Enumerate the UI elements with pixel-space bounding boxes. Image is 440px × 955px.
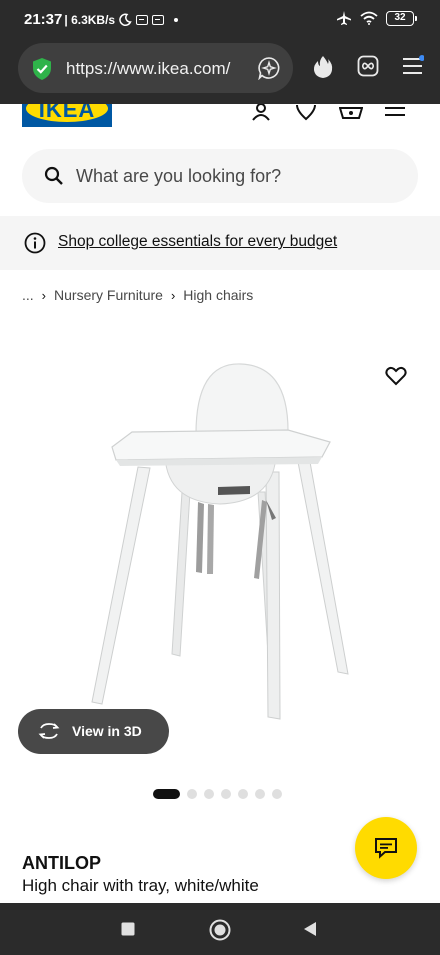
flame-icon[interactable] — [312, 55, 334, 79]
breadcrumb-ellipsis[interactable]: ... — [22, 287, 34, 303]
carousel-dot[interactable] — [153, 789, 180, 799]
carousel-dot[interactable] — [255, 789, 265, 799]
user-icon[interactable] — [250, 104, 272, 122]
carousel-dot[interactable] — [238, 789, 248, 799]
notification-icon — [152, 14, 165, 25]
heart-icon[interactable] — [295, 104, 317, 122]
tabs-icon[interactable] — [357, 55, 379, 77]
promo-banner: Shop college essentials for every budget — [0, 216, 440, 270]
battery-icon: 32 — [386, 10, 417, 26]
clock: 21:37 — [24, 11, 63, 28]
breadcrumb-nursery-furniture[interactable]: Nursery Furniture — [54, 287, 163, 303]
browser-menu-icon[interactable] — [402, 55, 424, 77]
home-icon[interactable] — [209, 919, 231, 941]
product-description: High chair with tray, white/white — [22, 876, 259, 895]
address-bar[interactable]: https://www.ikea.com/ — [18, 43, 293, 93]
info-icon — [24, 232, 46, 254]
carousel-dot[interactable] — [187, 789, 197, 799]
search-icon — [44, 166, 63, 185]
image-carousel-indicator — [153, 789, 282, 799]
wifi-icon — [360, 11, 378, 25]
logo-text: IKEA — [38, 104, 96, 122]
breadcrumb: ... › Nursery Furniture › High chairs — [22, 286, 253, 304]
airplane-icon — [337, 11, 351, 25]
chevron-right-icon: › — [41, 287, 47, 303]
more-notifications-icon — [174, 17, 179, 22]
basket-icon[interactable] — [339, 104, 363, 122]
chat-icon — [375, 838, 397, 859]
back-icon[interactable] — [302, 921, 318, 937]
carousel-dot[interactable] — [204, 789, 214, 799]
promo-link[interactable]: Shop college essentials for every budget — [58, 233, 337, 251]
site-header: IKEA — [0, 104, 440, 140]
chat-button[interactable] — [355, 817, 417, 879]
carousel-dot[interactable] — [221, 789, 231, 799]
status-right: 32 — [336, 10, 417, 26]
carousel-dot[interactable] — [272, 789, 282, 799]
rotate-3d-icon — [38, 723, 60, 739]
chevron-right-icon: › — [170, 287, 176, 303]
ikea-logo[interactable]: IKEA — [22, 104, 112, 127]
recent-apps-icon[interactable] — [121, 922, 135, 936]
moon-icon — [119, 13, 132, 26]
breadcrumb-high-chairs[interactable]: High chairs — [183, 287, 253, 303]
view-in-3d-button[interactable]: View in 3D — [18, 709, 169, 754]
search-input[interactable]: What are you looking for? — [22, 149, 418, 203]
status-left: 21:37 | 6.3KB/s — [24, 11, 179, 28]
notification-icon — [136, 14, 149, 25]
favourite-heart-icon[interactable] — [384, 364, 408, 388]
view-in-3d-label: View in 3D — [72, 723, 142, 739]
product-name: ANTILOP — [22, 853, 101, 873]
shield-check-icon[interactable] — [31, 57, 53, 81]
status-bar: 21:37 | 6.3KB/s 32 — [0, 0, 440, 40]
url-text[interactable]: https://www.ikea.com/ — [66, 59, 262, 79]
search-placeholder: What are you looking for? — [76, 166, 282, 186]
menu-icon[interactable] — [385, 104, 405, 118]
network-speed: | 6.3KB/s — [64, 12, 116, 27]
browser-toolbar: https://www.ikea.com/ — [0, 40, 440, 104]
ai-assistant-icon[interactable] — [257, 56, 281, 80]
system-navigation-bar — [0, 903, 440, 955]
